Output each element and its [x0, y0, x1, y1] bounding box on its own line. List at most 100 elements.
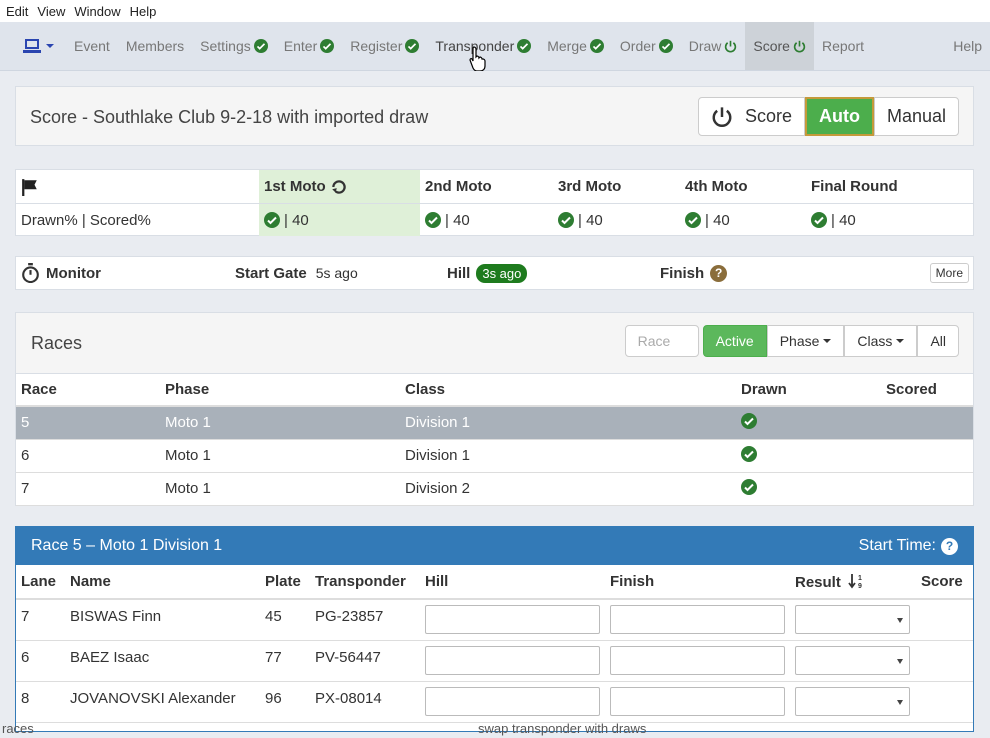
question-icon[interactable]: ? — [710, 264, 728, 282]
finish-input[interactable] — [610, 605, 785, 634]
table-row: 7 BISWAS Finn 45 PG-23857 — [16, 599, 973, 641]
chevron-down-icon — [823, 339, 832, 343]
race-detail-panel: Race 5 – Moto 1 Division 1 Start Time: ?… — [15, 526, 974, 732]
nav-event[interactable]: Event — [66, 22, 118, 70]
monitor-title: Monitor — [16, 263, 235, 283]
flag-icon — [22, 178, 37, 196]
laptop-menu-button[interactable] — [0, 22, 66, 70]
hill-input[interactable] — [425, 686, 600, 716]
moto-col-final[interactable]: Final Round — [806, 170, 956, 203]
flag-header — [16, 170, 259, 203]
check-circle-icon — [589, 39, 604, 53]
svg-text:9: 9 — [858, 583, 862, 589]
nav-enter[interactable]: Enter — [276, 22, 342, 70]
hill-input[interactable] — [425, 605, 600, 634]
col-lane: Lane — [16, 565, 65, 600]
drawn-scored-label: Drawn% | Scored% — [21, 211, 151, 229]
col-drawn: Drawn — [736, 374, 881, 407]
finish-input[interactable] — [610, 645, 785, 675]
moto-status-table: 1st Moto 2nd Moto 3rd Moto 4th Moto Fina… — [15, 169, 974, 236]
main-navbar: Event Members Settings Enter Register Tr… — [0, 22, 990, 71]
moto-col-2[interactable]: 2nd Moto — [420, 170, 553, 203]
score-mode-group: Score Auto Manual — [697, 97, 959, 136]
score-power-button[interactable]: Score — [697, 97, 805, 136]
moto-col-3[interactable]: 3rd Moto — [553, 170, 680, 203]
table-row[interactable]: 5 Moto 1 Division 1 — [16, 406, 973, 440]
check-circle-icon — [741, 445, 757, 462]
table-row[interactable]: 7 Moto 1 Division 2 — [16, 472, 973, 506]
refresh-icon — [331, 179, 346, 194]
nav-draw[interactable]: Draw — [681, 22, 746, 70]
result-select[interactable] — [795, 645, 910, 675]
race-detail-title: Race 5 – Moto 1 Division 1 — [31, 537, 223, 554]
moto-2-status: | 40 — [420, 204, 553, 236]
hand-cursor-icon — [469, 46, 486, 71]
col-scored: Scored — [881, 374, 973, 407]
more-button[interactable]: More — [929, 263, 969, 283]
filter-phase-dropdown[interactable]: Phase — [766, 325, 845, 357]
auto-button[interactable]: Auto — [804, 97, 874, 136]
nav-help[interactable]: Help — [945, 22, 990, 70]
power-icon — [712, 106, 732, 127]
start-time: Start Time: ? — [859, 537, 958, 555]
moto-col-1[interactable]: 1st Moto — [259, 170, 420, 203]
nav-members[interactable]: Members — [118, 22, 192, 70]
races-table: Race Phase Class Drawn Scored 5 Moto 1 D… — [16, 374, 973, 506]
nav-order[interactable]: Order — [612, 22, 681, 70]
col-name: Name — [65, 565, 260, 600]
chevron-down-icon — [896, 339, 905, 343]
question-icon[interactable]: ? — [941, 537, 958, 555]
moto-final-status: | 40 — [806, 204, 956, 236]
races-title: Races — [31, 333, 83, 353]
table-row: 8 JOVANOVSKI Alexander 96 PX-08014 — [16, 681, 973, 723]
footer-left-text: races — [2, 721, 34, 736]
hill-status: Hill 3s ago — [447, 263, 660, 283]
footer-center-text: swap transponder with draws — [478, 721, 647, 736]
table-row[interactable]: 6 Moto 1 Division 1 — [16, 439, 973, 473]
nav-score[interactable]: Score — [745, 22, 814, 70]
svg-text:1: 1 — [858, 575, 862, 582]
monitor-panel: Monitor Start Gate 5s ago Hill 3s ago Fi… — [15, 256, 974, 290]
nav-settings[interactable]: Settings — [192, 22, 276, 70]
nav-merge[interactable]: Merge — [539, 22, 612, 70]
riders-table: Lane Name Plate Transponder Hill Finish … — [16, 565, 973, 723]
menu-window[interactable]: Window — [74, 4, 120, 19]
result-select[interactable] — [795, 605, 910, 634]
col-class: Class — [400, 374, 736, 407]
finish-input[interactable] — [610, 686, 785, 716]
check-circle-icon — [741, 478, 757, 495]
filter-active-button[interactable]: Active — [702, 325, 767, 357]
table-row: 6 BAEZ Isaac 77 PV-56447 — [16, 640, 973, 682]
check-circle-icon — [685, 212, 701, 228]
menu-view[interactable]: View — [37, 4, 65, 19]
stopwatch-icon — [22, 263, 39, 283]
check-circle-icon — [253, 39, 268, 53]
menu-help[interactable]: Help — [130, 4, 157, 19]
manual-button[interactable]: Manual — [873, 97, 959, 136]
finish-status: Finish ? — [660, 264, 728, 282]
menu-edit[interactable]: Edit — [6, 4, 28, 19]
sort-numeric-icon: 19 — [848, 573, 862, 590]
result-select[interactable] — [795, 686, 910, 716]
moto-3-status: | 40 — [553, 204, 680, 236]
nav-register[interactable]: Register — [342, 22, 427, 70]
filter-class-dropdown[interactable]: Class — [844, 325, 918, 357]
moto-4-status: | 40 — [680, 204, 806, 236]
page-title: Score - Southlake Club 9-2-18 with impor… — [30, 107, 429, 127]
hill-time-badge: 3s ago — [476, 263, 528, 283]
col-transponder: Transponder — [310, 565, 420, 600]
moto-col-4[interactable]: 4th Moto — [680, 170, 806, 203]
hill-input[interactable] — [425, 645, 600, 675]
check-circle-icon — [405, 39, 420, 53]
check-circle-icon — [425, 212, 441, 228]
nav-report[interactable]: Report — [814, 22, 872, 70]
laptop-icon — [23, 39, 41, 53]
race-input[interactable]: Race — [624, 325, 699, 357]
menu-bar: Edit View Window Help — [0, 0, 990, 22]
power-icon — [793, 40, 806, 52]
col-phase: Phase — [160, 374, 400, 407]
races-panel: Races Race Active Phase Class All Race P… — [15, 312, 974, 506]
filter-all-button[interactable]: All — [917, 325, 959, 357]
power-icon — [725, 40, 737, 52]
col-result[interactable]: Result 19 — [790, 565, 916, 600]
